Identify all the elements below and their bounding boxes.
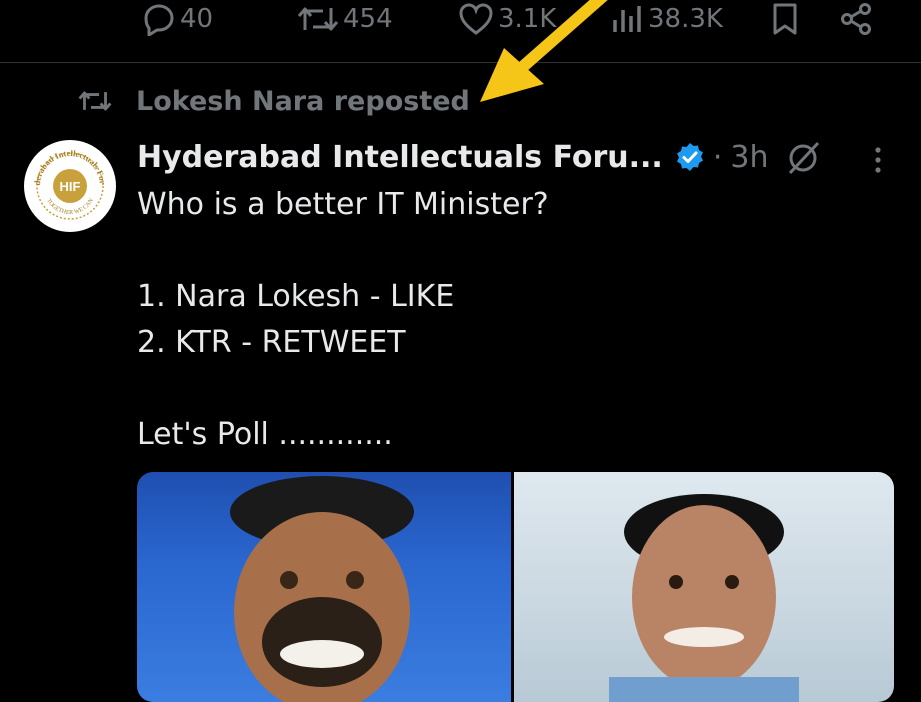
hif-logo: Hyderabad Intellectuals Forum TOGETHER W… [24, 140, 114, 230]
bookmark-button[interactable] [770, 0, 800, 38]
reply-count: 40 [180, 4, 214, 34]
tweet-media[interactable] [137, 472, 894, 702]
tweet-divider [0, 62, 921, 63]
repost-button[interactable]: 454 [297, 0, 393, 38]
reply-button[interactable]: 40 [140, 0, 213, 38]
verified-badge-icon [676, 143, 703, 171]
repost-banner[interactable]: Lokesh Nara reposted [78, 84, 470, 118]
tweet-timestamp[interactable]: 3h [730, 140, 768, 175]
photo-nara-lokesh[interactable] [137, 472, 511, 702]
author-name[interactable]: Hyderabad Intellectuals Foru... [137, 140, 663, 175]
separator-dot: · [712, 139, 723, 175]
repost-banner-text: Lokesh Nara reposted [136, 85, 470, 117]
more-button[interactable] [868, 146, 888, 180]
more-icon [875, 147, 881, 173]
repost-icon [78, 91, 112, 111]
repost-count: 454 [343, 4, 393, 34]
svg-text:HIF: HIF [60, 179, 81, 194]
grok-icon [788, 141, 820, 175]
photo-ktr[interactable] [514, 472, 894, 702]
share-button[interactable] [838, 0, 874, 38]
portrait-left [230, 476, 414, 702]
reply-icon [144, 4, 174, 36]
share-icon [841, 3, 871, 35]
repost-icon [297, 7, 339, 31]
views-count: 38.3K [648, 4, 723, 34]
portrait-right [609, 494, 799, 702]
bookmark-icon [773, 3, 797, 35]
avatar[interactable]: Hyderabad Intellectuals Forum TOGETHER W… [24, 140, 116, 232]
grok-button[interactable] [786, 140, 822, 180]
annotation-arrow [480, 0, 608, 102]
action-bar: 40 454 3.1K 38.3K [0, 0, 921, 40]
tweet-header: Hyderabad Intellectuals Foru... · 3h [137, 137, 768, 177]
tweet-text: Who is a better IT Minister? 1. Nara Lok… [137, 187, 549, 452]
